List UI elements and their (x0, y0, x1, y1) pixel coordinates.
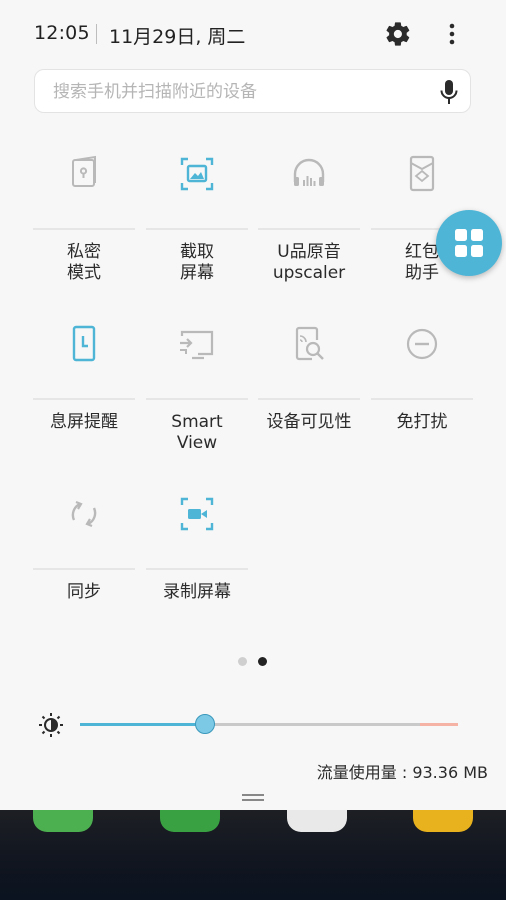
red-envelope-icon (409, 155, 435, 192)
tile-label: Smart View (171, 412, 223, 453)
brightness-fill (80, 723, 205, 726)
brightness-slider-thumb[interactable] (194, 714, 215, 734)
brightness-icon (39, 713, 63, 737)
clock: 12:05 (34, 22, 90, 44)
tile-divider (258, 228, 360, 230)
tile-divider (146, 398, 248, 400)
private-mode-icon (72, 155, 96, 187)
sync-icon (71, 500, 97, 528)
chat-app-icon[interactable] (413, 810, 473, 832)
status-bar: 12:05 11月29日, 周二 (0, 0, 506, 66)
tile-label: 录制屏幕 (163, 582, 231, 602)
tile-divider (258, 398, 360, 400)
tile-divider (371, 398, 473, 400)
page-dot-2[interactable] (258, 657, 267, 666)
quick-settings-panel: 12:05 11月29日, 周二 私密 模式 (0, 0, 506, 810)
messages-app-icon[interactable] (160, 810, 220, 832)
phone-app-icon[interactable] (33, 810, 93, 832)
tile-label: 免打扰 (396, 412, 448, 432)
qq-app-icon[interactable] (287, 810, 347, 832)
panel-drag-handle[interactable] (242, 794, 264, 802)
more-options-icon[interactable] (440, 20, 464, 48)
date: 11月29日, 周二 (109, 26, 246, 48)
screenshot-icon (180, 157, 214, 191)
divider (96, 24, 97, 44)
data-usage-text: 流量使用量 : 93.36 MB (316, 763, 488, 782)
gear-icon[interactable] (384, 20, 412, 48)
device-visibility-icon (295, 326, 324, 361)
tile-label: 息屏提醒 (50, 412, 118, 432)
tile-divider (33, 398, 135, 400)
search-input[interactable] (51, 78, 425, 106)
tile-label: U品原音 upscaler (272, 242, 346, 283)
grid-icon (455, 229, 483, 257)
tile-label: 同步 (67, 582, 101, 602)
home-screen-background (0, 810, 506, 900)
tile-label: 设备可见性 (266, 412, 352, 432)
do-not-disturb-icon (406, 328, 438, 360)
page-dot-1[interactable] (238, 657, 247, 666)
brightness-high-zone (420, 723, 458, 726)
tile-divider (146, 568, 248, 570)
tile-label: 私密 模式 (67, 242, 101, 283)
tile-divider (146, 228, 248, 230)
tile-label: 截取 屏幕 (180, 242, 214, 283)
tile-divider (33, 568, 135, 570)
floating-apps-button[interactable] (436, 210, 502, 276)
always-on-display-icon (72, 325, 96, 362)
tile-divider (33, 228, 135, 230)
smart-view-icon (180, 330, 214, 360)
search-bar (34, 69, 471, 113)
microphone-icon[interactable] (438, 79, 460, 105)
headphones-icon (293, 158, 325, 186)
screen-record-icon (180, 497, 214, 531)
